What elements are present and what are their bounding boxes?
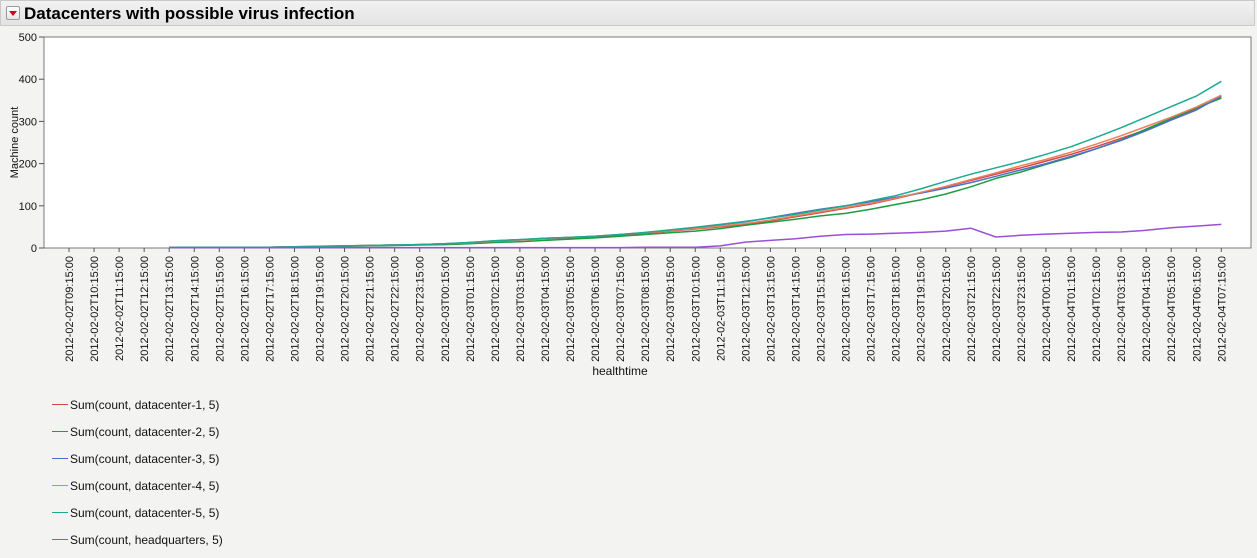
x-tick-label: 2012-02-03T01:15:00 — [465, 256, 477, 362]
x-tick-label: 2012-02-03T21:15:00 — [966, 256, 978, 362]
legend-label: Sum(count, datacenter-4, 5) — [70, 479, 220, 493]
x-tick-label: 2012-02-02T10:15:00 — [89, 256, 101, 362]
x-tick-label: 2012-02-02T11:15:00 — [114, 256, 126, 361]
legend-swatch — [52, 512, 68, 513]
legend-label: Sum(count, headquarters, 5) — [70, 533, 223, 547]
x-tick-label: 2012-02-03T12:15:00 — [740, 256, 752, 362]
y-tick-label: 200 — [19, 159, 37, 171]
y-tick-label: 400 — [19, 74, 37, 86]
legend-swatch — [52, 404, 68, 405]
x-tick-label: 2012-02-02T23:15:00 — [415, 256, 427, 362]
x-tick-label: 2012-02-03T08:15:00 — [640, 256, 652, 362]
x-tick-label: 2012-02-02T17:15:00 — [264, 256, 276, 362]
y-tick-label: 300 — [19, 116, 37, 128]
x-axis-label: healthtime — [592, 364, 648, 378]
red-triangle-menu-icon[interactable] — [6, 6, 20, 20]
report-title: Datacenters with possible virus infectio… — [24, 4, 355, 23]
x-tick-label: 2012-02-03T14:15:00 — [790, 256, 802, 362]
legend-swatch — [52, 539, 68, 540]
x-tick-label: 2012-02-03T05:15:00 — [565, 256, 577, 362]
legend-label: Sum(count, datacenter-2, 5) — [70, 425, 220, 439]
x-tick-label: 2012-02-03T00:15:00 — [440, 256, 452, 362]
x-tick-label: 2012-02-03T13:15:00 — [765, 256, 777, 362]
x-tick-label: 2012-02-04T00:15:00 — [1041, 256, 1053, 362]
x-tick-label: 2012-02-03T20:15:00 — [941, 256, 953, 362]
x-tick-label: 2012-02-02T22:15:00 — [390, 256, 402, 362]
x-tick-label: 2012-02-02T13:15:00 — [164, 256, 176, 362]
x-tick-label: 2012-02-03T09:15:00 — [665, 256, 677, 362]
x-tick-label: 2012-02-03T19:15:00 — [916, 256, 928, 362]
x-tick-label: 2012-02-03T17:15:00 — [866, 256, 878, 362]
x-tick-label: 2012-02-04T04:15:00 — [1141, 256, 1153, 362]
x-tick-label: 2012-02-03T15:15:00 — [816, 256, 828, 362]
legend-label: Sum(count, datacenter-1, 5) — [70, 398, 220, 412]
x-tick-label: 2012-02-03T03:15:00 — [515, 256, 527, 362]
legend-swatch — [52, 458, 68, 459]
x-tick-label: 2012-02-02T19:15:00 — [315, 256, 327, 362]
x-tick-label: 2012-02-04T07:15:00 — [1216, 256, 1228, 362]
x-tick-label: 2012-02-03T18:15:00 — [891, 256, 903, 362]
y-tick-label: 500 — [19, 32, 37, 44]
legend-label: Sum(count, datacenter-3, 5) — [70, 452, 220, 466]
x-tick-label: 2012-02-04T05:15:00 — [1166, 256, 1178, 362]
x-tick-label: 2012-02-03T23:15:00 — [1016, 256, 1028, 362]
x-tick-label: 2012-02-02T18:15:00 — [289, 256, 301, 362]
x-tick-label: 2012-02-04T02:15:00 — [1091, 256, 1103, 362]
x-tick-label: 2012-02-02T09:15:00 — [64, 256, 76, 362]
x-tick-label: 2012-02-04T01:15:00 — [1066, 256, 1078, 362]
report-header: Datacenters with possible virus infectio… — [0, 0, 1255, 26]
line-chart: 0 100 200 300 400 500 Machine count 2012-02-02T… — [9, 32, 1252, 378]
x-tick-label: 2012-02-03T16:15:00 — [841, 256, 853, 362]
x-tick-label: 2012-02-02T12:15:00 — [139, 256, 151, 362]
y-axis-label: Machine count — [9, 107, 21, 179]
plot-area — [43, 36, 1252, 249]
legend-swatch — [52, 431, 68, 432]
x-tick-label: 2012-02-02T21:15:00 — [365, 256, 377, 362]
x-tick-label: 2012-02-03T22:15:00 — [991, 256, 1003, 362]
x-tick-label: 2012-02-03T07:15:00 — [615, 256, 627, 362]
x-tick-label: 2012-02-02T14:15:00 — [189, 256, 201, 362]
x-tick-label: 2012-02-03T04:15:00 — [540, 256, 552, 362]
x-tick-label: 2012-02-03T02:15:00 — [490, 256, 502, 362]
legend-swatch — [52, 485, 68, 486]
x-tick-label: 2012-02-04T06:15:00 — [1191, 256, 1203, 362]
x-tick-label: 2012-02-02T20:15:00 — [340, 256, 352, 362]
y-tick-label: 0 — [31, 243, 37, 255]
x-tick-label: 2012-02-04T03:15:00 — [1116, 256, 1128, 362]
y-tick-label: 100 — [19, 201, 37, 213]
x-tick-label: 2012-02-03T11:15:00 — [715, 256, 727, 361]
x-tick-label: 2012-02-03T06:15:00 — [590, 256, 602, 362]
x-tick-label: 2012-02-03T10:15:00 — [690, 256, 702, 362]
x-tick-label: 2012-02-02T16:15:00 — [239, 256, 251, 362]
x-tick-label: 2012-02-02T15:15:00 — [214, 256, 226, 362]
legend-label: Sum(count, datacenter-5, 5) — [70, 506, 220, 520]
